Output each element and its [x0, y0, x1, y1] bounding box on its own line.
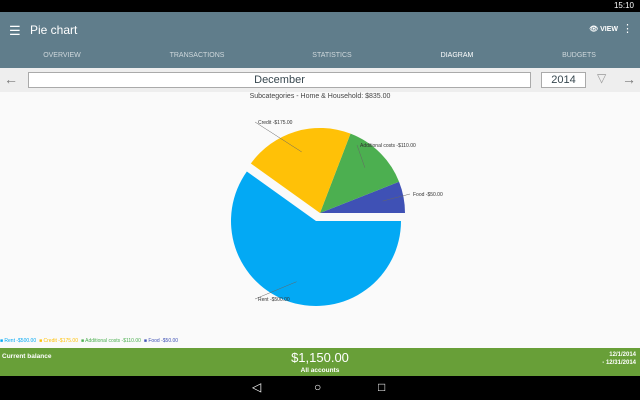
date-to: - 12/31/2014 — [602, 360, 636, 366]
home-icon[interactable]: ○ — [314, 380, 321, 394]
back-icon[interactable]: ◁ — [252, 380, 261, 394]
legend-item: ■ Additional costs -$110.00 — [80, 338, 141, 344]
slice-label: Additional costs -$110.00 — [360, 143, 416, 149]
legend-item: ■ Rent -$500.00 — [0, 338, 37, 344]
date-from: 12/1/2014 — [609, 352, 636, 358]
legend-item: ■ Credit -$175.00 — [39, 338, 78, 344]
legend: ■ Rent -$500.00 ■ Credit -$175.00 ■ Additi… — [0, 338, 178, 344]
balance-footer: Current balance $1,150.00 All accounts 1… — [0, 348, 640, 376]
system-nav: ◁ ○ □ — [0, 376, 640, 400]
balance-amount: $1,150.00 — [291, 350, 349, 365]
slice-label: Credit -$175.00 — [258, 120, 293, 126]
recents-icon[interactable]: □ — [378, 380, 385, 394]
legend-item: ■ Food -$50.00 — [143, 338, 179, 344]
accounts-label: All accounts — [300, 367, 340, 374]
slice-label: Rent -$500.00 — [258, 297, 290, 303]
slice-label: Food -$50.00 — [413, 192, 443, 198]
date-range: 12/1/2014 - 12/31/2014 — [602, 351, 636, 367]
